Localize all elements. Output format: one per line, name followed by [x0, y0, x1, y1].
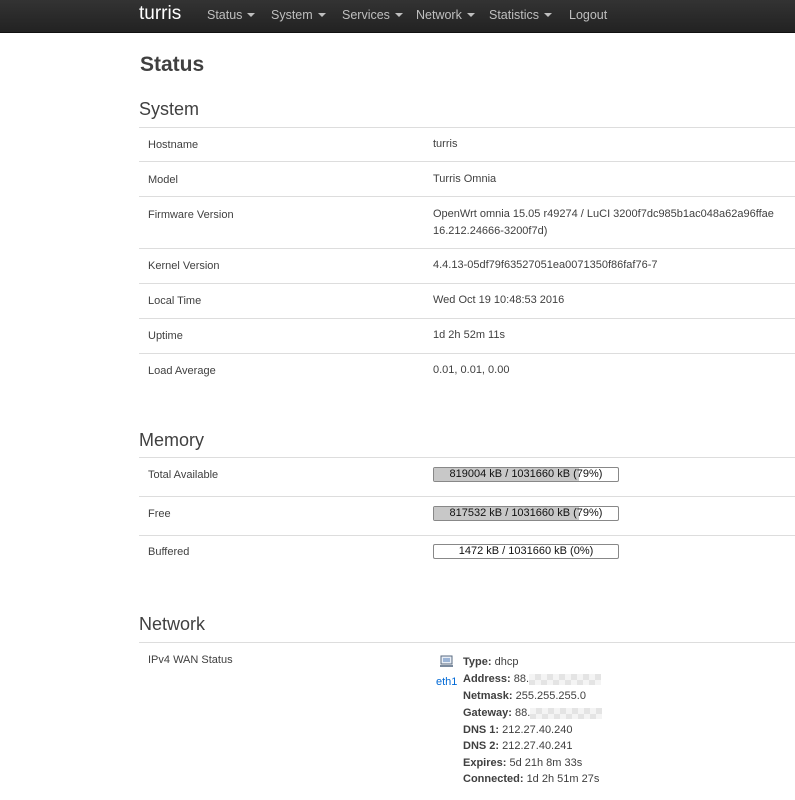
buffered-label: Buffered — [148, 546, 190, 558]
free-bar: 817532 kB / 1031660 kB (79%) — [433, 506, 619, 521]
divider — [139, 353, 795, 354]
divider — [139, 283, 795, 284]
hostname-value: turris — [433, 138, 458, 150]
caret-down-icon — [466, 12, 475, 17]
wan-dns1: DNS 1: 212.27.40.240 — [463, 724, 572, 736]
kernel-label: Kernel Version — [148, 260, 220, 272]
wan-dns1-value: 212.27.40.240 — [502, 724, 573, 736]
load-average-value: 0.01, 0.01, 0.00 — [433, 364, 510, 376]
nav-services-menu[interactable]: Services — [342, 8, 403, 22]
bar-text: 1472 kB / 1031660 kB (0%) — [458, 545, 594, 557]
system-heading: System — [139, 99, 200, 119]
divider — [139, 161, 795, 162]
buffered-bar: 1472 kB / 1031660 kB (0%) — [433, 544, 619, 559]
nav-statistics-menu[interactable]: Statistics — [489, 8, 553, 22]
wan-dns1-key: DNS 1: — [463, 724, 500, 736]
wan-gateway-key: Gateway: — [463, 707, 512, 719]
nav-network-label: Network — [416, 8, 462, 22]
page-title: Status — [140, 53, 205, 76]
total-available-bar: 819004 kB / 1031660 kB (79%) — [433, 467, 619, 482]
wan-gateway-value: 88. — [514, 707, 531, 719]
free-label: Free — [148, 508, 171, 520]
wan-type-key: Type: — [463, 656, 492, 668]
caret-down-icon — [544, 12, 553, 17]
divider — [139, 127, 795, 128]
model-value: Turris Omnia — [433, 173, 497, 185]
uptime-value: 1d 2h 52m 11s — [433, 329, 505, 341]
caret-down-icon — [247, 12, 256, 17]
wan-address-key: Address: — [463, 673, 511, 685]
redacted-block — [530, 707, 603, 719]
divider — [139, 535, 795, 536]
wan-dns2-key: DNS 2: — [463, 740, 500, 752]
bar-text: 817532 kB / 1031660 kB (79%) — [449, 507, 603, 519]
firmware-value: OpenWrt omnia 15.05 r49274 / LuCI 3200f7… — [433, 208, 774, 220]
interface-eth1-link[interactable]: eth1 — [436, 676, 457, 688]
network-heading: Network — [139, 614, 206, 634]
divider — [139, 457, 795, 458]
divider — [139, 318, 795, 319]
divider — [139, 496, 795, 497]
local-time-value: Wed Oct 19 10:48:53 2016 — [433, 294, 565, 306]
nav-status-label: Status — [207, 8, 243, 22]
nav-network-menu[interactable]: Network — [416, 8, 475, 22]
nav-statistics-label: Statistics — [489, 8, 540, 22]
network-port-icon — [440, 655, 453, 667]
brand-logo[interactable]: turris — [139, 3, 181, 25]
wan-connected-value: 1d 2h 51m 27s — [526, 773, 600, 785]
wan-dns2: DNS 2: 212.27.40.241 — [463, 740, 572, 752]
model-label: Model — [148, 174, 178, 186]
divider — [139, 196, 795, 197]
caret-down-icon — [317, 12, 326, 17]
firmware-value-continued: 16.212.24666-3200f7d) — [433, 225, 548, 237]
local-time-label: Local Time — [148, 295, 202, 307]
ipv4-wan-status-label: IPv4 WAN Status — [148, 654, 233, 666]
wan-expires-value: 5d 21h 8m 33s — [509, 757, 583, 769]
divider — [139, 248, 795, 249]
nav-logout-link[interactable]: Logout — [569, 8, 607, 22]
wan-netmask: Netmask: 255.255.255.0 — [463, 690, 586, 702]
wan-expires: Expires: 5d 21h 8m 33s — [463, 757, 582, 769]
load-average-label: Load Average — [148, 365, 216, 377]
top-navbar: turris Status System Services Network St… — [0, 0, 795, 33]
bar-text: 819004 kB / 1031660 kB (79%) — [449, 468, 603, 480]
memory-heading: Memory — [139, 430, 205, 450]
wan-address-value: 88. — [513, 673, 530, 685]
wan-connected: Connected: 1d 2h 51m 27s — [463, 773, 599, 785]
nav-services-label: Services — [342, 8, 390, 22]
divider — [139, 642, 795, 643]
wan-connected-key: Connected: — [463, 773, 524, 785]
nav-system-label: System — [271, 8, 313, 22]
kernel-value: 4.4.13-05df79f63527051ea0071350f86faf76-… — [433, 259, 658, 271]
wan-dns2-value: 212.27.40.241 — [502, 740, 573, 752]
wan-expires-key: Expires: — [463, 757, 507, 769]
nav-status-menu[interactable]: Status — [207, 8, 256, 22]
uptime-label: Uptime — [148, 330, 183, 342]
wan-type-value: dhcp — [494, 656, 519, 668]
hostname-label: Hostname — [148, 139, 199, 151]
wan-address: Address: 88. — [463, 673, 602, 685]
wan-type: Type: dhcp — [463, 656, 518, 668]
firmware-label: Firmware Version — [148, 209, 234, 221]
wan-netmask-value: 255.255.255.0 — [515, 690, 586, 702]
caret-down-icon — [394, 12, 403, 17]
wan-netmask-key: Netmask: — [463, 690, 513, 702]
wan-gateway: Gateway: 88. — [463, 707, 603, 719]
nav-system-menu[interactable]: System — [271, 8, 326, 22]
redacted-block — [529, 673, 602, 685]
total-available-label: Total Available — [148, 469, 219, 481]
